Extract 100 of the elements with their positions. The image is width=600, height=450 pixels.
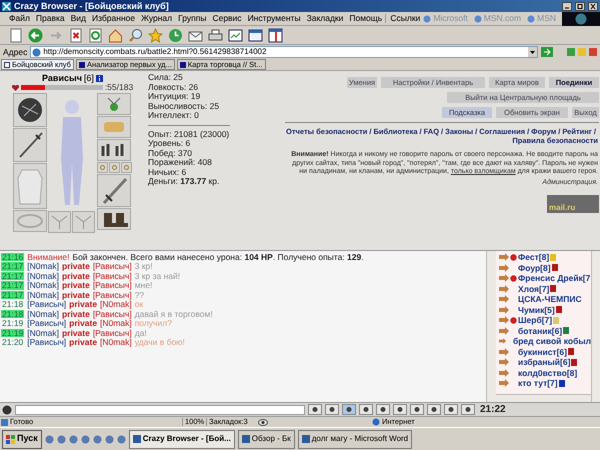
sender-name[interactable]: [Рависыч] bbox=[27, 300, 66, 308]
taskbar-button[interactable]: Обзор - Бк bbox=[238, 430, 295, 448]
message-text: ок bbox=[134, 300, 144, 308]
globe-icon bbox=[372, 418, 380, 426]
stat-line: Ловкость: 26 bbox=[148, 82, 200, 92]
refresh-icon[interactable] bbox=[88, 28, 103, 42]
item-slot[interactable] bbox=[13, 93, 47, 127]
user-name[interactable]: букинист[6] bbox=[518, 348, 567, 356]
menu-item[interactable]: Закладки bbox=[304, 14, 346, 23]
health-reading: :55/183 bbox=[104, 83, 134, 92]
recipient-name[interactable]: [N0mak] bbox=[100, 338, 132, 346]
menu-item[interactable]: Вид bbox=[68, 14, 90, 23]
window-icon[interactable] bbox=[248, 28, 263, 42]
menu-item[interactable]: Инструменты bbox=[244, 14, 304, 23]
sender-name[interactable]: [Рависыч] bbox=[27, 319, 66, 328]
user-name[interactable]: Фест[8] bbox=[518, 253, 550, 262]
chat-input[interactable] bbox=[15, 404, 305, 414]
menu-item[interactable]: Сервис bbox=[209, 14, 245, 23]
tile-icon[interactable] bbox=[567, 48, 575, 56]
stat-line: Сила: 25 bbox=[148, 73, 184, 82]
taskbar-button[interactable]: Crazy Browser - [Бой... bbox=[128, 430, 235, 448]
item-slot[interactable] bbox=[97, 139, 131, 161]
recipient-name[interactable]: [Рависыч] bbox=[92, 328, 132, 337]
new-page-icon[interactable] bbox=[8, 28, 23, 42]
info-icon bbox=[96, 74, 103, 82]
user-name[interactable]: бред сивой кобыл bbox=[512, 337, 591, 346]
globe-icon bbox=[474, 14, 482, 22]
sender-name[interactable]: [N0mak] bbox=[27, 310, 59, 318]
recipient-name[interactable]: [Рависыч] bbox=[92, 262, 132, 270]
message-text: да! bbox=[134, 328, 147, 337]
stat-line: Деньги: 173.77 кр. bbox=[148, 177, 220, 186]
user-name[interactable]: Френсис Дрейк[7 bbox=[518, 274, 590, 282]
sender-name[interactable]: [N0mak] bbox=[27, 290, 59, 299]
menu-item[interactable]: Журнал bbox=[138, 14, 176, 23]
recipient-name[interactable]: [Рависыч] bbox=[92, 281, 132, 290]
globe-icon[interactable] bbox=[56, 434, 66, 444]
taskbar-button[interactable]: долг магу - Microsoft Word bbox=[298, 430, 412, 448]
user-name[interactable]: кто тут[7] bbox=[518, 379, 558, 388]
message-text: 3 кр за най! bbox=[134, 272, 180, 280]
sender-name[interactable]: [N0mak] bbox=[27, 272, 59, 280]
item-slot[interactable] bbox=[13, 128, 47, 162]
sword-icon bbox=[100, 177, 128, 204]
menu-item[interactable]: Файл bbox=[6, 14, 33, 23]
window-icon bbox=[242, 435, 250, 443]
user-name[interactable]: ЦСКА-ЧЕМПИС bbox=[518, 295, 582, 304]
message-text: 3 кр! bbox=[134, 262, 153, 270]
sender-name[interactable]: [N0mak] bbox=[27, 328, 59, 337]
print-icon[interactable] bbox=[208, 28, 223, 42]
private-tag: private bbox=[62, 328, 90, 337]
menu-item[interactable]: Группы bbox=[175, 14, 210, 23]
recipient-name[interactable]: [Рависыч] bbox=[92, 310, 132, 318]
private-tag: private bbox=[62, 290, 90, 299]
menu-item[interactable]: Помощь bbox=[346, 14, 386, 23]
history-icon[interactable] bbox=[168, 28, 183, 42]
recipient-name[interactable]: [N0mak] bbox=[100, 319, 132, 328]
start-button[interactable]: Пуск bbox=[2, 430, 42, 448]
counter-badge: mail.ru bbox=[547, 194, 599, 212]
sender-name[interactable]: [Рависыч] bbox=[27, 338, 66, 346]
sender-name[interactable]: [N0mak] bbox=[27, 281, 59, 290]
minimize-icon[interactable] bbox=[562, 2, 572, 10]
panels-icon[interactable] bbox=[268, 28, 283, 42]
stat-line: Поражений: 408 bbox=[148, 158, 213, 168]
recipient-name[interactable]: [Рависыч] bbox=[92, 290, 132, 299]
user-name[interactable]: Фоур[8] bbox=[518, 264, 551, 272]
user-name[interactable]: колд0вство[8] bbox=[518, 368, 578, 377]
user-name[interactable]: ботаник[6] bbox=[518, 326, 562, 335]
star-icon[interactable] bbox=[148, 28, 163, 42]
sender-name[interactable]: [N0mak] bbox=[27, 262, 59, 270]
menu-item[interactable]: Избранное bbox=[89, 14, 138, 23]
dropdown-icon[interactable] bbox=[528, 47, 537, 57]
chart-window-icon[interactable] bbox=[228, 28, 243, 42]
private-tag: private bbox=[69, 319, 98, 328]
stop-icon[interactable] bbox=[68, 28, 83, 42]
address-field[interactable]: http://demonscity.combats.ru/battle2.html?0.561429838714002 bbox=[30, 46, 538, 58]
message-text: получил? bbox=[134, 319, 172, 328]
menu-item[interactable]: Правка bbox=[32, 14, 68, 23]
item-slot[interactable] bbox=[97, 208, 131, 230]
globe-icon bbox=[575, 12, 587, 24]
restore-icon[interactable] bbox=[575, 2, 585, 10]
speaker-icon[interactable] bbox=[2, 404, 12, 414]
address-label: Адрес bbox=[3, 48, 28, 56]
globe-icon bbox=[527, 14, 536, 22]
alert-label: Внимание! bbox=[27, 252, 70, 261]
message-time: 21:19 bbox=[1, 319, 24, 328]
page-icon bbox=[4, 62, 10, 68]
close-icon[interactable] bbox=[588, 2, 598, 10]
go-icon[interactable] bbox=[541, 47, 553, 57]
recipient-name[interactable]: [N0mak] bbox=[100, 300, 132, 308]
user-name[interactable]: избраный[6] bbox=[518, 358, 570, 366]
user-name[interactable]: Шерб[7] bbox=[518, 316, 552, 324]
windows-logo-icon bbox=[6, 434, 15, 444]
page-icon bbox=[78, 62, 85, 68]
user-name[interactable]: Хлоя[7] bbox=[518, 284, 550, 293]
ring-icon bbox=[112, 165, 117, 170]
home-icon[interactable] bbox=[108, 28, 123, 42]
recipient-name[interactable]: [Рависыч] bbox=[92, 272, 132, 280]
user-name[interactable]: Чумик[5] bbox=[518, 306, 555, 314]
private-tag: private bbox=[62, 310, 90, 318]
message-time: 21:17 bbox=[1, 290, 24, 299]
stat-line: Интуиция: 19 bbox=[148, 92, 202, 102]
